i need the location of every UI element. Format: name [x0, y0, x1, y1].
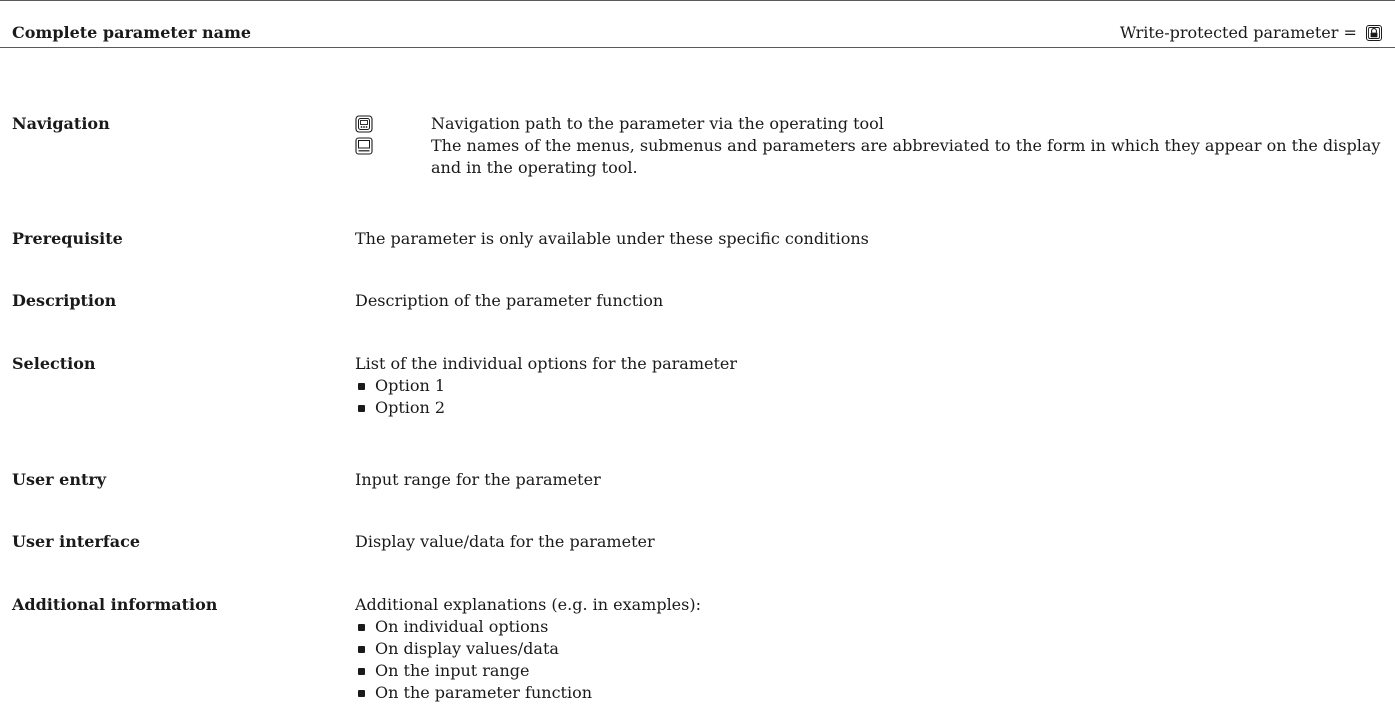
- list-item: On the input range: [355, 660, 1385, 682]
- additional-information-list: On individual options On display values/…: [355, 616, 1385, 704]
- list-item: Option 1: [355, 375, 1385, 397]
- bullet-icon: [358, 624, 365, 631]
- list-item-text: Option 1: [375, 376, 446, 395]
- navigation-line-operating-tool: Navigation path to the parameter via the…: [355, 113, 1385, 135]
- prerequisite-content: The parameter is only available under th…: [355, 228, 1385, 250]
- selection-content: List of the individual options for the p…: [355, 353, 1385, 419]
- table-header: Complete parameter name Write-protected …: [0, 0, 1395, 48]
- write-protected-label: Write-protected parameter =: [1119, 23, 1357, 42]
- selection-label: Selection: [12, 354, 96, 373]
- description-content: Description of the parameter function: [355, 290, 1385, 312]
- navigation-line-text: The names of the menus, submenus and par…: [431, 136, 1381, 177]
- user-interface-text: Display value/data for the parameter: [355, 532, 655, 551]
- navigation-line-text: Navigation path to the parameter via the…: [431, 114, 884, 133]
- selection-options-list: Option 1 Option 2: [355, 375, 1385, 419]
- list-item-text: Option 2: [375, 398, 446, 417]
- list-item: On display values/data: [355, 638, 1385, 660]
- description-text: Description of the parameter function: [355, 291, 664, 310]
- bullet-icon: [358, 668, 365, 675]
- navigation-line-display: The names of the menus, submenus and par…: [355, 135, 1385, 179]
- user-interface-label: User interface: [12, 532, 141, 551]
- list-item: On the parameter function: [355, 682, 1385, 704]
- navigation-content: Navigation path to the parameter via the…: [355, 113, 1385, 179]
- list-item: On individual options: [355, 616, 1385, 638]
- display-icon: [355, 137, 373, 155]
- prerequisite-label: Prerequisite: [12, 229, 123, 248]
- bullet-icon: [358, 383, 365, 390]
- additional-information-content: Additional explanations (e.g. in example…: [355, 594, 1385, 704]
- page-title: Complete parameter name: [12, 23, 252, 42]
- lock-icon: [1366, 25, 1382, 41]
- list-item-text: On individual options: [375, 617, 549, 636]
- list-item-text: On the parameter function: [375, 683, 593, 702]
- user-entry-content: Input range for the parameter: [355, 469, 1385, 491]
- operating-tool-icon: [355, 115, 373, 133]
- list-item-text: On the input range: [375, 661, 530, 680]
- list-item-text: On display values/data: [375, 639, 559, 658]
- navigation-label: Navigation: [12, 114, 110, 133]
- bullet-icon: [358, 690, 365, 697]
- user-entry-label: User entry: [12, 470, 107, 489]
- bullet-icon: [358, 405, 365, 412]
- additional-information-text: Additional explanations (e.g. in example…: [355, 595, 701, 614]
- additional-information-label: Additional information: [12, 595, 218, 614]
- prerequisite-text: The parameter is only available under th…: [355, 229, 869, 248]
- bullet-icon: [358, 646, 365, 653]
- description-label: Description: [12, 291, 117, 310]
- list-item: Option 2: [355, 397, 1385, 419]
- write-protected-legend: Write-protected parameter =: [1120, 23, 1382, 43]
- user-entry-text: Input range for the parameter: [355, 470, 601, 489]
- user-interface-content: Display value/data for the parameter: [355, 531, 1385, 553]
- selection-text: List of the individual options for the p…: [355, 354, 738, 373]
